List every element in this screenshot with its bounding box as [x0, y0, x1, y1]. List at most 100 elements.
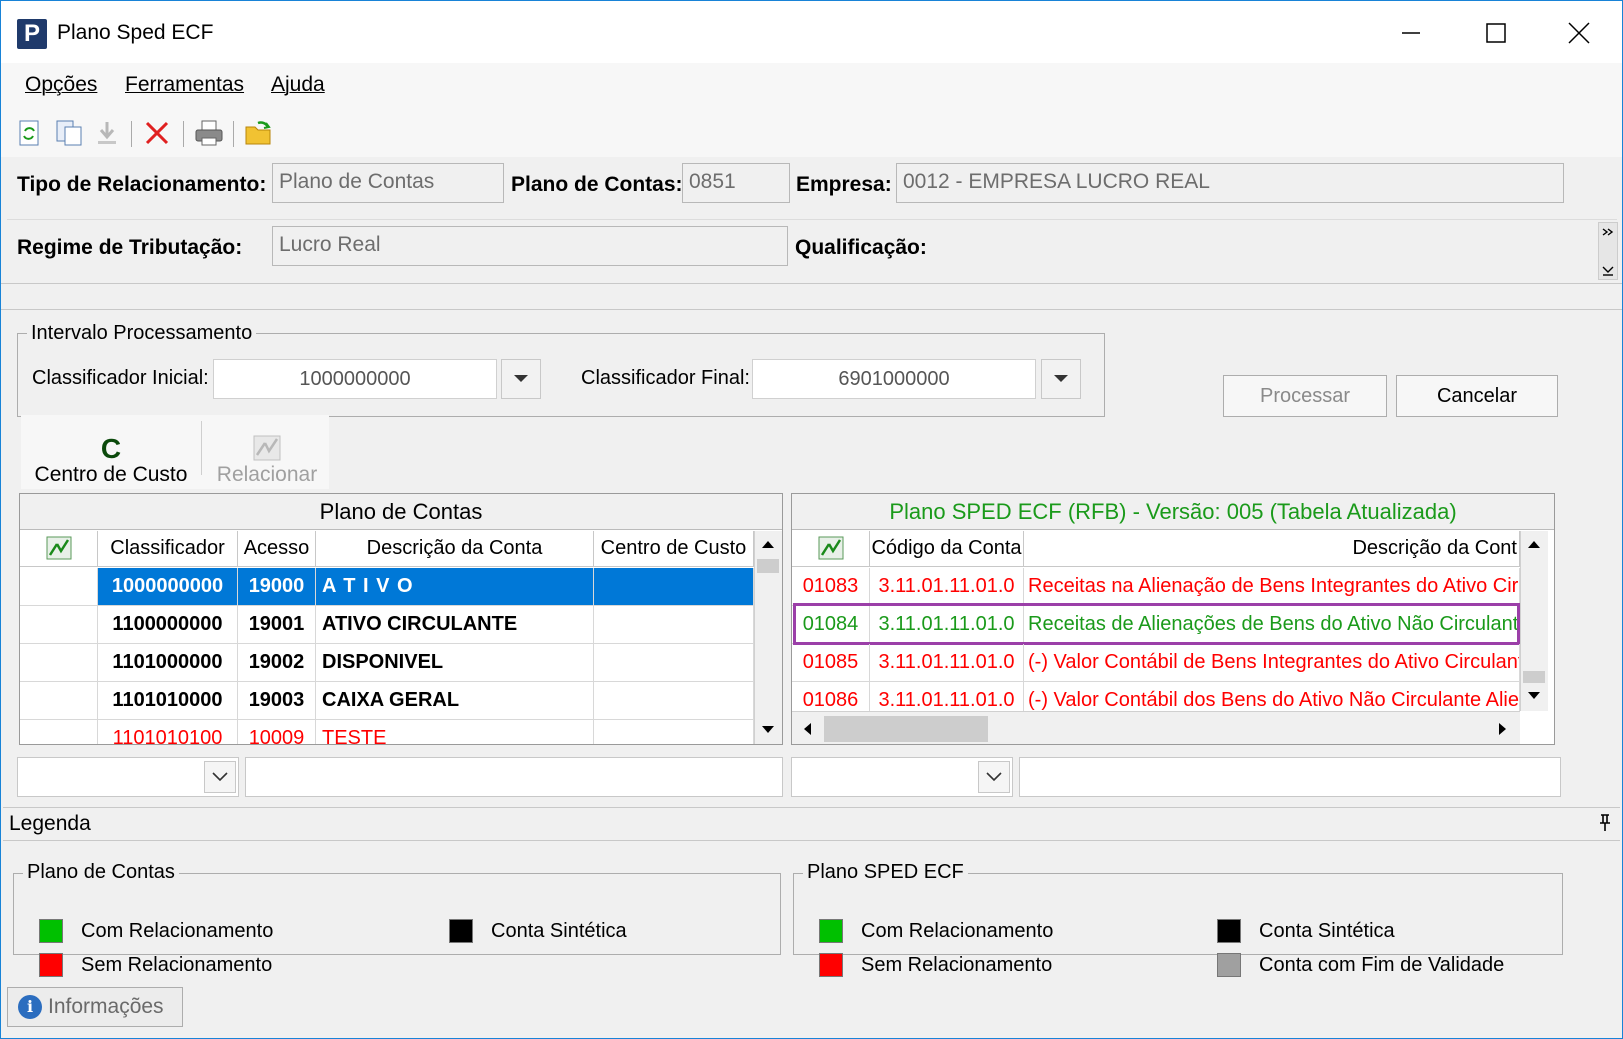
green-swatch [39, 919, 63, 943]
col-descricao-conta[interactable]: Descrição da Conta [316, 531, 594, 567]
cell-descricao[interactable]: CAIXA GERAL [316, 682, 594, 720]
cell-id[interactable]: 01085 [792, 644, 870, 682]
gray-swatch [1217, 953, 1241, 977]
cell-descricao[interactable]: A T I V O [316, 568, 594, 606]
toolbar [1, 109, 1622, 157]
chevron-down-icon [1054, 375, 1068, 382]
sped-ecf-hscroll[interactable] [792, 711, 1520, 744]
cell-codigo[interactable]: 3.11.01.11.01.0 [870, 568, 1024, 606]
cell-centro[interactable] [594, 606, 754, 644]
download-button[interactable] [91, 117, 123, 149]
right-filter-combo[interactable] [791, 757, 1013, 797]
cell-acesso[interactable]: 19000 [238, 568, 316, 606]
menu-ferramentas[interactable]: Ferramentas [125, 73, 244, 97]
cell-descricao[interactable]: (-) Valor Contábil de Bens Integrantes d… [1024, 644, 1520, 682]
processar-button[interactable]: Processar [1223, 375, 1387, 417]
download-icon [98, 122, 116, 144]
relate-column-header[interactable] [20, 531, 98, 567]
window-title: Plano Sped ECF [57, 21, 214, 44]
cell-descricao[interactable]: Receitas na Alienação de Bens Integrante… [1024, 568, 1520, 606]
classificador-inicial-input[interactable]: 1000000000 [213, 359, 497, 399]
header-scrollbar[interactable] [1598, 222, 1618, 280]
cell-classificador[interactable]: 1100000000 [98, 606, 238, 644]
cell-descricao[interactable]: Receitas de Alienações de Bens do Ativo … [1024, 606, 1520, 644]
copy-button[interactable] [53, 117, 85, 149]
relate-cell[interactable] [20, 644, 98, 682]
red-swatch [819, 953, 843, 977]
col-descricao-conta[interactable]: Descrição da Cont [1024, 531, 1520, 567]
right-filter-dropdown[interactable] [978, 761, 1010, 793]
scroll-up-button[interactable] [1521, 531, 1547, 557]
arrow-down-icon [762, 726, 774, 733]
cell-classificador[interactable]: 1101010000 [98, 682, 238, 720]
cell-acesso[interactable]: 19002 [238, 644, 316, 682]
relate-cell[interactable] [20, 568, 98, 606]
classificador-final-input[interactable]: 6901000000 [752, 359, 1036, 399]
cancelar-button[interactable]: Cancelar [1396, 375, 1558, 417]
relacionar-button[interactable]: Relacionar [209, 423, 325, 487]
cell-codigo[interactable]: 3.11.01.11.01.0 [870, 606, 1024, 644]
maximize-button[interactable] [1466, 13, 1526, 53]
cell-id[interactable]: 01083 [792, 568, 870, 606]
close-button[interactable] [1549, 13, 1609, 53]
relate-cell[interactable] [20, 720, 98, 744]
relate-column-header[interactable] [792, 531, 870, 567]
col-classificador[interactable]: Classificador [98, 531, 238, 567]
refresh-button[interactable] [13, 117, 45, 149]
cell-classificador[interactable]: 1000000000 [98, 568, 238, 606]
cell-classificador[interactable]: 1101010100 [98, 720, 238, 744]
regime-tributacao-field[interactable]: Lucro Real [272, 226, 788, 266]
cell-classificador[interactable]: 1101000000 [98, 644, 238, 682]
arrow-down-icon [1528, 692, 1540, 699]
cell-descricao[interactable]: DISPONIVEL [316, 644, 594, 682]
col-centro-custo[interactable]: Centro de Custo [594, 531, 754, 567]
informacoes-tab[interactable]: i Informações [7, 987, 183, 1027]
print-button[interactable] [193, 117, 225, 149]
cell-centro[interactable] [594, 568, 754, 606]
cell-acesso[interactable]: 19003 [238, 682, 316, 720]
scroll-down-button[interactable] [755, 717, 781, 743]
cell-acesso[interactable]: 10009 [238, 720, 316, 744]
empresa-field[interactable]: 0012 - EMPRESA LUCRO REAL [896, 163, 1564, 203]
right-filter-input[interactable] [1019, 757, 1561, 797]
scroll-right-button[interactable] [1490, 716, 1516, 742]
scroll-down-button[interactable] [1521, 683, 1547, 709]
left-filter-combo[interactable] [17, 757, 239, 797]
arrow-right-icon [1499, 723, 1506, 735]
menu-opcoes[interactable]: Opções [25, 73, 97, 97]
cell-centro[interactable] [594, 720, 754, 744]
legend-plano-contas-title: Plano de Contas [23, 861, 179, 884]
plano-contas-field[interactable]: 0851 [682, 163, 790, 203]
cell-id[interactable]: 01084 [792, 606, 870, 644]
relate-cell[interactable] [20, 682, 98, 720]
left-filter-input[interactable] [245, 757, 783, 797]
menu-ajuda[interactable]: Ajuda [271, 73, 325, 97]
legend-sped-ecf-title: Plano SPED ECF [803, 861, 968, 884]
open-folder-button[interactable] [243, 117, 275, 149]
centro-custo-icon: C [100, 433, 122, 464]
cell-descricao[interactable]: ATIVO CIRCULANTE [316, 606, 594, 644]
delete-button[interactable] [141, 117, 173, 149]
cell-acesso[interactable]: 19001 [238, 606, 316, 644]
plano-contas-vscroll[interactable] [754, 531, 782, 744]
pin-icon[interactable] [1598, 814, 1612, 832]
title-bar: P Plano Sped ECF [1, 1, 1622, 63]
tipo-relacionamento-field[interactable]: Plano de Contas [272, 163, 504, 203]
col-codigo-conta[interactable]: Código da Conta [870, 531, 1024, 567]
scroll-up-button[interactable] [755, 531, 781, 557]
centro-custo-button[interactable]: C Centro de Custo [31, 423, 191, 487]
classificador-final-dropdown[interactable] [1041, 359, 1081, 399]
cell-descricao[interactable]: TESTE [316, 720, 594, 744]
relate-cell[interactable] [20, 606, 98, 644]
minimize-button[interactable] [1381, 13, 1441, 53]
sped-ecf-vscroll[interactable] [1520, 531, 1548, 711]
main-window: P Plano Sped ECF Opções Ferramentas Ajud… [0, 0, 1623, 1039]
left-filter-dropdown[interactable] [204, 761, 236, 793]
cell-centro[interactable] [594, 682, 754, 720]
cell-codigo[interactable]: 3.11.01.11.01.0 [870, 644, 1024, 682]
scroll-left-button[interactable] [794, 716, 820, 742]
legend-conta-fim-validade: Conta com Fim de Validade [1259, 954, 1505, 976]
col-acesso[interactable]: Acesso [238, 531, 316, 567]
classificador-inicial-dropdown[interactable] [501, 359, 541, 399]
cell-centro[interactable] [594, 644, 754, 682]
